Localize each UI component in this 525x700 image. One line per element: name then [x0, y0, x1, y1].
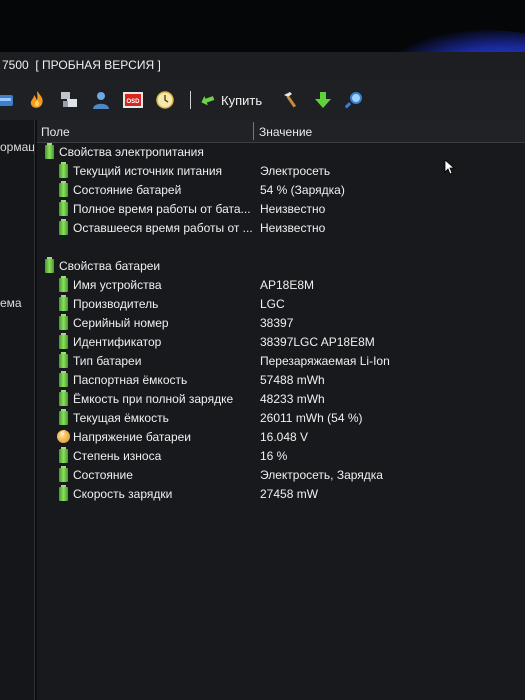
osd-icon[interactable]: OSD: [122, 89, 144, 111]
tree-item-fragment[interactable]: ема: [0, 296, 22, 310]
window-titlebar: 7500 [ ПРОБНАЯ ВЕРСИЯ ]: [0, 52, 525, 80]
battery-icon: [59, 466, 68, 482]
network-icon[interactable]: [58, 89, 80, 111]
row-value: 16.048 V: [260, 430, 309, 444]
table-row[interactable]: Текущая ёмкость 26011 mWh (54 %): [37, 409, 525, 428]
battery-icon: [59, 162, 68, 178]
section-title: Свойства электропитания: [59, 145, 204, 159]
table-row[interactable]: Состояние Электросеть, Зарядка: [37, 466, 525, 485]
row-label: Текущая ёмкость: [73, 411, 169, 425]
row-label: Производитель: [73, 297, 159, 311]
row-value: 26011 mWh (54 %): [260, 411, 363, 425]
section-header-battery[interactable]: Свойства батареи: [37, 257, 525, 276]
row-value: 16 %: [260, 449, 288, 463]
wrench-icon[interactable]: [280, 89, 302, 111]
row-label: Тип батареи: [73, 354, 142, 368]
table-row[interactable]: Производитель LGC: [37, 295, 525, 314]
row-value: Электросеть, Зарядка: [260, 468, 383, 482]
row-label: Текущий источник питания: [73, 164, 223, 178]
battery-icon: [59, 390, 68, 406]
voltage-icon: [57, 429, 70, 443]
buy-icon: [201, 95, 215, 106]
table-row[interactable]: Ёмкость при полной зарядке 48233 mWh: [37, 390, 525, 409]
row-value: 27458 mW: [260, 487, 319, 501]
battery-icon: [59, 352, 68, 368]
clock-icon[interactable]: [154, 89, 176, 111]
row-value: 48233 mWh: [260, 392, 325, 406]
download-arrow-icon[interactable]: [312, 89, 334, 111]
table-row[interactable]: Серийный номер 38397: [37, 314, 525, 333]
toolbar-separator: [190, 91, 191, 109]
row-label: Имя устройства: [73, 278, 162, 292]
drive-icon[interactable]: [0, 89, 16, 111]
battery-icon: [59, 200, 68, 216]
row-label: Состояние батарей: [73, 183, 182, 197]
column-value-header[interactable]: Значение: [259, 125, 312, 139]
user-icon[interactable]: [90, 89, 112, 111]
row-label: Серийный номер: [73, 316, 169, 330]
battery-icon: [59, 333, 68, 349]
row-value: AP18E8M: [260, 278, 315, 292]
buy-button[interactable]: Купить: [199, 91, 262, 109]
table-row[interactable]: Идентификатор 38397LGC AP18E8M: [37, 333, 525, 352]
column-divider[interactable]: [253, 122, 254, 140]
battery-icon: [59, 295, 68, 311]
battery-icon: [59, 447, 68, 463]
section-title: Свойства батареи: [59, 259, 161, 273]
row-label: Оставшееся время работы от ...: [73, 221, 253, 235]
table-row[interactable]: Оставшееся время работы от ... Неизвестн…: [37, 219, 525, 238]
buy-label: Купить: [221, 92, 263, 108]
window-title: 7500 [ ПРОБНАЯ ВЕРСИЯ ]: [2, 58, 161, 72]
properties-list: Поле Значение Свойства электропитания Те…: [37, 120, 525, 700]
table-row[interactable]: Степень износа 16 %: [37, 447, 525, 466]
battery-icon: [59, 371, 68, 387]
flame-icon[interactable]: [26, 89, 48, 111]
table-row[interactable]: Паспортная ёмкость 57488 mWh: [37, 371, 525, 390]
search-icon[interactable]: [344, 89, 366, 111]
battery-icon: [45, 257, 54, 273]
column-field-header[interactable]: Поле: [41, 125, 70, 139]
row-value: Перезаряжаемая Li-Ion: [260, 354, 390, 368]
row-value: 38397LGC AP18E8M: [260, 335, 375, 349]
toolbar: OSD Купить: [0, 80, 525, 120]
row-value: Неизвестно: [260, 202, 326, 216]
row-label: Полное время работы от бата...: [73, 202, 251, 216]
row-label: Идентификатор: [73, 335, 162, 349]
row-value: 57488 mWh: [260, 373, 325, 387]
row-value: 38397: [260, 316, 294, 330]
battery-icon: [59, 276, 68, 292]
row-label: Паспортная ёмкость: [73, 373, 188, 387]
table-row[interactable]: Тип батареи Перезаряжаемая Li-Ion: [37, 352, 525, 371]
battery-icon: [45, 143, 54, 159]
row-label: Степень износа: [73, 449, 162, 463]
tree-item-fragment[interactable]: ормаци: [0, 140, 34, 154]
column-header: Поле Значение: [37, 120, 525, 143]
table-row[interactable]: Скорость зарядки 27458 mW: [37, 485, 525, 504]
row-value: LGC: [260, 297, 285, 311]
table-row[interactable]: Имя устройства AP18E8M: [37, 276, 525, 295]
battery-icon: [59, 219, 68, 235]
row-label: Напряжение батареи: [73, 430, 192, 444]
row-value: 54 % (Зарядка): [260, 183, 345, 197]
osd-label: OSD: [126, 99, 140, 105]
battery-icon: [59, 409, 68, 425]
row-label: Скорость зарядки: [73, 487, 173, 501]
row-value: Неизвестно: [260, 221, 326, 235]
table-row[interactable]: Состояние батарей 54 % (Зарядка): [37, 181, 525, 200]
table-row[interactable]: Напряжение батареи 16.048 V: [37, 428, 525, 447]
menu-tree-pane[interactable]: ормаци ема: [0, 120, 35, 700]
battery-icon: [59, 314, 68, 330]
row-value: Электросеть: [260, 164, 331, 178]
battery-icon: [59, 485, 68, 501]
table-row[interactable]: Полное время работы от бата... Неизвестн…: [37, 200, 525, 219]
battery-icon: [59, 181, 68, 197]
row-label: Ёмкость при полной зарядке: [73, 392, 234, 406]
row-label: Состояние: [73, 468, 133, 482]
